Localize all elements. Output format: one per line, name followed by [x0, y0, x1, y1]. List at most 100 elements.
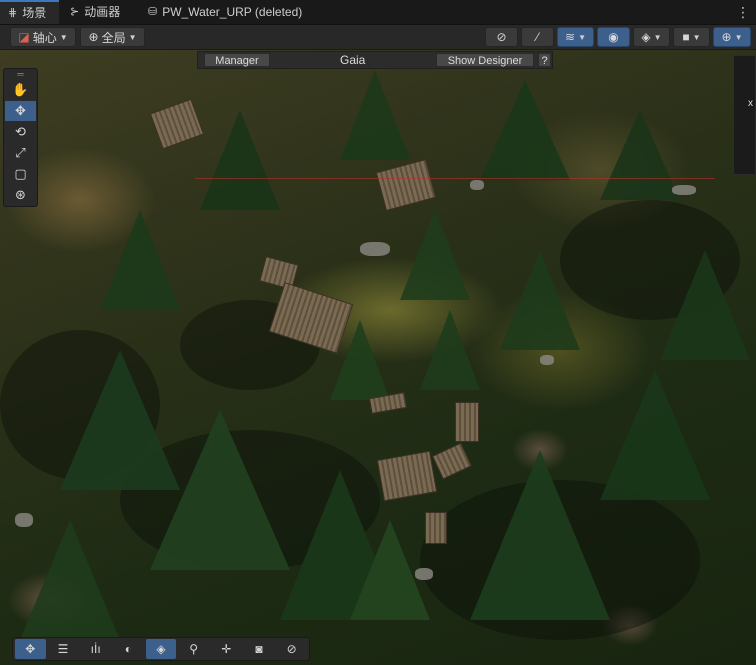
- bottom-overlay-toolbar: ✥ ☰ ıİı ◐ ◈ ⚲ ✛ ◙ ⊘: [12, 637, 310, 661]
- tree: [470, 450, 610, 620]
- chevron-down-icon: ▼: [59, 32, 68, 42]
- pivot-dropdown[interactable]: ◪ 轴心 ▼: [10, 27, 76, 47]
- tree: [600, 370, 710, 500]
- animator-icon: ⊱: [70, 6, 80, 18]
- rock: [470, 180, 484, 190]
- visibility-button[interactable]: ◉: [597, 27, 630, 47]
- lighting-button[interactable]: ◐: [113, 639, 144, 659]
- gizmo-toggle-button[interactable]: ⊘: [485, 27, 518, 47]
- scene-viewport[interactable]: Manager Gaia Show Designer ? ═ ✋ ✥ ⟲ ⤢ ▢…: [0, 50, 756, 665]
- camera-overlay-button[interactable]: ◙: [244, 639, 275, 659]
- chevron-down-icon: ▼: [692, 32, 701, 42]
- gizmo-icon: ⊕: [721, 30, 732, 44]
- orientation-gizmo-panel[interactable]: x: [733, 55, 756, 175]
- rock: [415, 568, 433, 580]
- camera-icon: ■: [682, 30, 690, 44]
- manager-button[interactable]: Manager: [204, 53, 270, 67]
- layers-icon: ≋: [565, 30, 576, 44]
- rotate-tool[interactable]: ⟲: [5, 122, 36, 142]
- hand-icon: ✋: [12, 82, 29, 97]
- align-icon: ☰: [57, 642, 69, 656]
- tree: [400, 210, 470, 300]
- chevron-down-icon: ▼: [653, 32, 662, 42]
- tab-bar: ⋕ 场景 ⊱ 动画器 ⛁ PW_Water_URP (deleted) ⋮: [0, 0, 756, 25]
- terrain-layers-button[interactable]: ◈: [145, 639, 177, 659]
- moon-icon: ◐: [124, 642, 132, 656]
- grid-icon: ⋕: [8, 7, 18, 19]
- stack-icon: ◈: [641, 30, 651, 44]
- rock: [360, 242, 390, 256]
- search-icon: ⚲: [189, 642, 199, 656]
- scene-toolbar: ◪ 轴心 ▼ ⊕ 全局 ▼ ⊘ ⁄ ≋ ▼ ◉ ◈ ▼ ■ ▼ ⊕ ▼: [0, 25, 756, 50]
- scale-tool[interactable]: ⤢: [5, 143, 36, 163]
- move-icon: ✥: [25, 642, 36, 656]
- tab-menu-icon[interactable]: ⋮: [736, 0, 750, 24]
- transform-tools-palette: ═ ✋ ✥ ⟲ ⤢ ▢ ⊛: [3, 68, 38, 207]
- eye-icon: ◉: [608, 30, 619, 44]
- cabin: [376, 450, 438, 502]
- drag-handle-icon[interactable]: ═: [4, 69, 37, 79]
- chevron-down-icon: ▼: [128, 32, 137, 42]
- compass-button[interactable]: ⊘: [276, 639, 307, 659]
- tree: [480, 80, 570, 180]
- render-mode-button[interactable]: ◈ ▼: [633, 27, 670, 47]
- show-designer-button[interactable]: Show Designer: [436, 53, 534, 67]
- tab-prefab[interactable]: ⛁ PW_Water_URP (deleted): [140, 0, 310, 24]
- prefab-icon: ⛁: [148, 6, 158, 18]
- align-button[interactable]: ☰: [48, 639, 79, 659]
- effects-button[interactable]: ⁄: [521, 27, 554, 47]
- tab-animator[interactable]: ⊱ 动画器: [62, 0, 128, 24]
- rock: [672, 185, 696, 195]
- tree: [660, 250, 750, 360]
- pivot-icon: ◪: [18, 30, 30, 44]
- axis-x-label: x: [748, 98, 753, 109]
- compass-icon: ⊘: [286, 642, 297, 656]
- tab-scene-label: 场景: [22, 6, 47, 20]
- camera-button[interactable]: ■ ▼: [673, 27, 710, 47]
- search-button[interactable]: ⚲: [178, 639, 209, 659]
- shed: [455, 402, 479, 442]
- chevron-down-icon: ▼: [734, 32, 743, 42]
- layers-button[interactable]: ≋ ▼: [557, 27, 594, 47]
- tree: [340, 70, 410, 160]
- rock: [15, 513, 33, 527]
- tree: [420, 310, 480, 390]
- grass-button[interactable]: ıİı: [80, 639, 111, 659]
- tree: [200, 110, 280, 210]
- layers-icon: ◈: [156, 642, 166, 656]
- globe-icon: ⊕: [88, 30, 99, 44]
- shed: [432, 442, 472, 480]
- move-overlay-button[interactable]: ✥: [15, 639, 46, 659]
- tree: [600, 110, 680, 200]
- gaia-title: Gaia: [340, 53, 366, 67]
- transform-icon: ⊛: [15, 187, 26, 202]
- shed: [425, 512, 447, 544]
- no-draw-icon: ⊘: [496, 30, 507, 44]
- camera-icon: ◙: [255, 642, 263, 656]
- tab-scene[interactable]: ⋕ 场景: [0, 0, 59, 24]
- snap-button[interactable]: ✛: [211, 639, 242, 659]
- move-tool[interactable]: ✥: [5, 101, 36, 121]
- chevron-down-icon: ▼: [578, 32, 586, 42]
- wand-icon: ⁄: [536, 30, 539, 44]
- gaia-overlay-bar: Manager Gaia Show Designer ?: [197, 51, 553, 69]
- pivot-label: 轴心: [32, 30, 57, 45]
- hand-tool[interactable]: ✋: [5, 80, 36, 100]
- global-label: 全局: [101, 30, 126, 45]
- tab-animator-label: 动画器: [84, 5, 121, 19]
- move-icon: ✥: [15, 103, 26, 118]
- tab-prefab-label: PW_Water_URP (deleted): [162, 5, 303, 19]
- grass-icon: ıİı: [90, 642, 101, 656]
- transform-tool[interactable]: ⊛: [5, 185, 36, 205]
- rock: [540, 355, 554, 365]
- scale-icon: ⤢: [15, 145, 26, 160]
- rect-icon: ▢: [14, 166, 27, 181]
- rect-tool[interactable]: ▢: [5, 164, 36, 184]
- gizmos-button[interactable]: ⊕ ▼: [713, 27, 751, 47]
- global-dropdown[interactable]: ⊕ 全局 ▼: [80, 27, 145, 47]
- snap-icon: ✛: [221, 642, 232, 656]
- help-button[interactable]: ?: [538, 53, 551, 67]
- tree: [150, 410, 290, 570]
- tree: [500, 250, 580, 350]
- rotate-icon: ⟲: [15, 124, 26, 139]
